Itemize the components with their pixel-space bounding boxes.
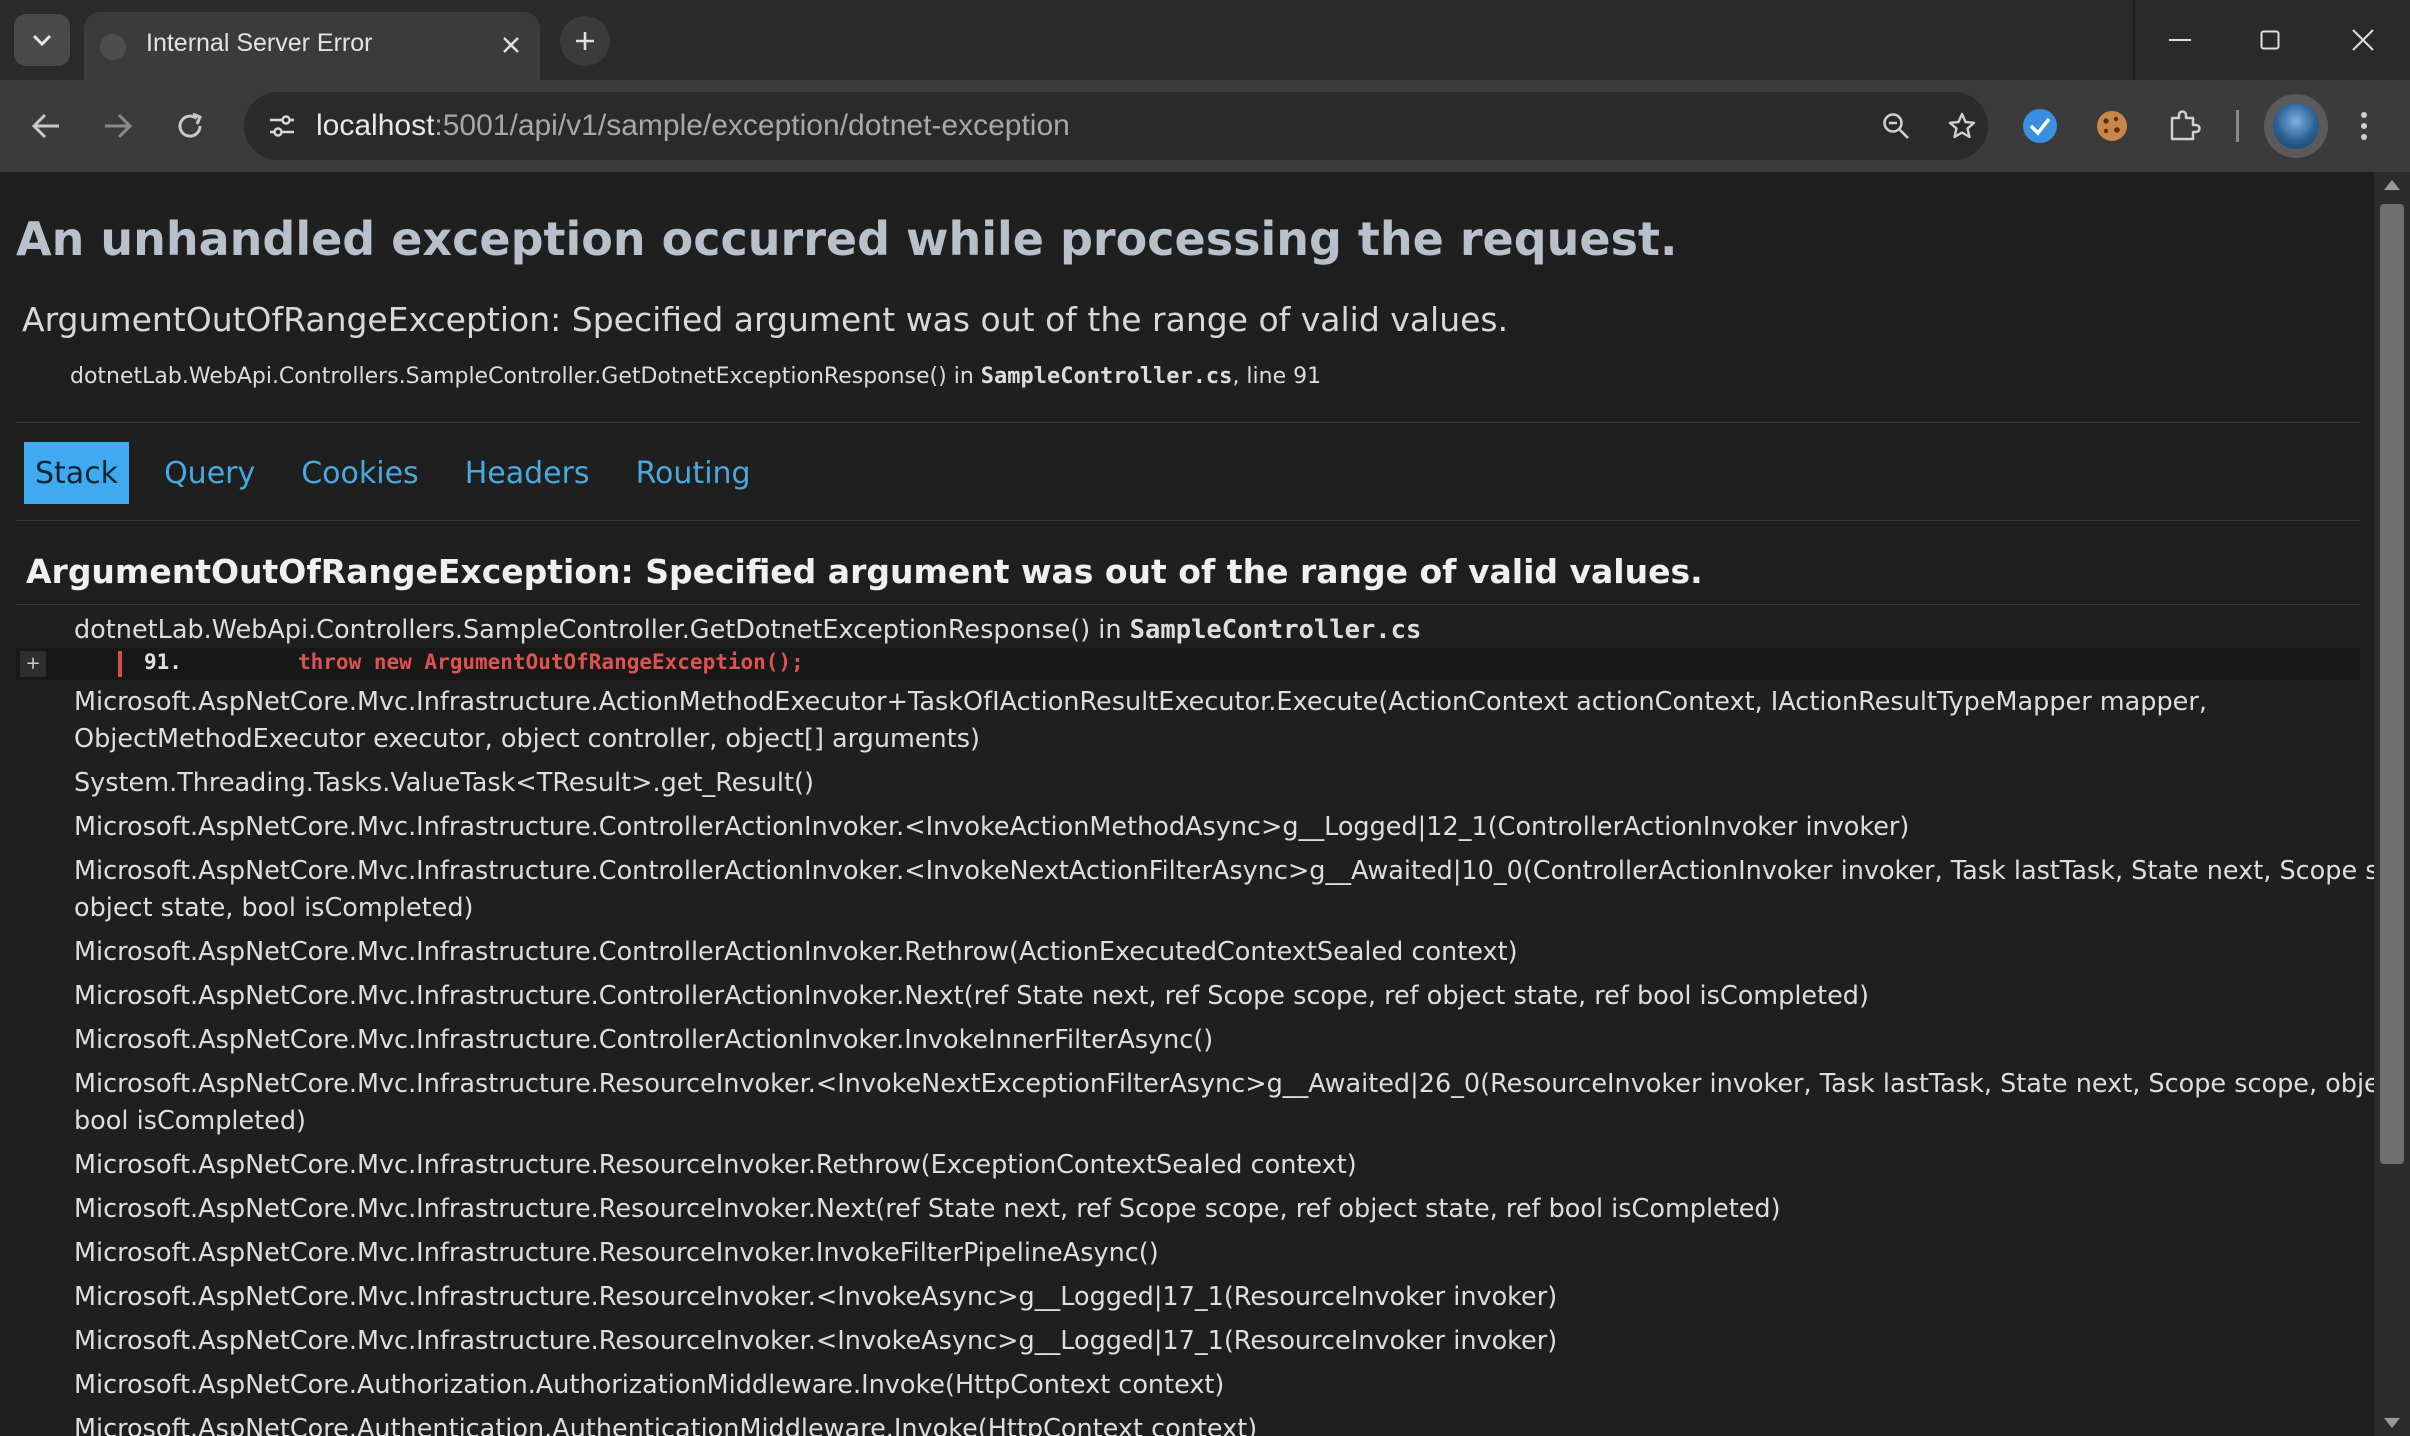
stack-frame: System.Threading.Tasks.ValueTask<TResult… [74,768,814,798]
browser-toolbar: localhost:5001/api/v1/sample/exception/d… [0,80,2410,172]
url-path: :5001/api/v1/sample/exception/dotnet-exc… [434,109,1070,142]
divider [16,422,2360,423]
tab-headers[interactable]: Headers [454,442,601,504]
stack-frame-continued: ObjectMethodExecutor executor, object co… [74,724,980,754]
bookmark-star-icon [1948,112,1976,139]
close-icon [503,37,519,53]
maximize-button[interactable] [2225,0,2315,80]
frame-method: dotnetLab.WebApi.Controllers.SampleContr… [74,615,1130,645]
menu-dots-icon [2361,112,2367,140]
window-close-button[interactable] [2318,0,2408,80]
reload-icon [178,112,202,138]
source-code-row: + 91. throw new ArgumentOutOfRangeExcept… [16,648,2360,680]
scroll-down-arrow-icon[interactable] [2384,1418,2400,1428]
extension-check-icon [2023,109,2057,143]
tab-search-button[interactable] [14,14,70,66]
error-line-marker [118,651,122,677]
source-line-number: 91. [144,650,182,674]
maximize-icon [2260,30,2280,50]
location-method: dotnetLab.WebApi.Controllers.SampleContr… [70,364,981,389]
plus-icon [576,32,594,50]
tab-query[interactable]: Query [153,442,266,504]
stack-frame: Microsoft.AspNetCore.Mvc.Infrastructure.… [74,1150,1357,1180]
browser-menu-button[interactable] [2338,100,2390,152]
puzzle-icon [2170,110,2201,141]
stack-frame: Microsoft.AspNetCore.Mvc.Infrastructure.… [74,1282,1558,1312]
minimize-icon [2169,39,2191,41]
extension-button-check[interactable] [2014,100,2066,152]
stack-frame-continued: object state, bool isCompleted) [74,893,474,923]
active-tab[interactable]: Internal Server Error [84,12,540,80]
location-line: , line 91 [1232,364,1322,389]
location-file: SampleController.cs [980,364,1233,389]
stack-frame: Microsoft.AspNetCore.Mvc.Infrastructure.… [74,937,1518,967]
url-host: localhost [316,109,435,142]
stack-frame: Microsoft.AspNetCore.Mvc.Infrastructure.… [74,687,2207,717]
scroll-up-arrow-icon[interactable] [2384,180,2400,190]
vertical-scrollbar[interactable] [2374,172,2410,1436]
minimize-button[interactable] [2135,0,2225,80]
back-button[interactable] [20,100,72,152]
extension-button-cookie[interactable] [2086,100,2138,152]
exception-summary: ArgumentOutOfRangeException: Specified a… [22,300,1509,339]
divider [16,520,2360,521]
stack-frame: Microsoft.AspNetCore.Mvc.Infrastructure.… [74,1326,1558,1356]
source-line-code: throw new ArgumentOutOfRangeException(); [298,650,804,674]
tab-cookies[interactable]: Cookies [290,442,429,504]
forward-icon [105,113,133,139]
profile-avatar[interactable] [2264,94,2328,158]
scrollbar-thumb[interactable] [2380,204,2404,1164]
stack-frame: dotnetLab.WebApi.Controllers.SampleContr… [74,612,1421,649]
stack-frame-continued: bool isCompleted) [74,1106,306,1136]
tab-title: Internal Server Error [146,29,373,57]
page-title: An unhandled exception occurred while pr… [16,212,1678,266]
reload-button[interactable] [164,100,216,152]
window-close-icon [2352,29,2374,51]
stack-frame: Microsoft.AspNetCore.Mvc.Infrastructure.… [74,856,2374,886]
zoom-button[interactable] [1872,102,1920,150]
new-tab-button[interactable] [560,16,610,66]
page-content: An unhandled exception occurred while pr… [0,172,2374,1436]
chevron-down-icon [32,34,52,47]
avatar-image [2273,103,2319,149]
divider [16,604,2360,605]
stack-frame: Microsoft.AspNetCore.Mvc.Infrastructure.… [74,1238,1159,1268]
expand-source-button[interactable]: + [20,651,46,677]
favicon-icon [100,34,126,60]
forward-button[interactable] [92,100,144,152]
stack-frame: Microsoft.AspNetCore.Mvc.Infrastructure.… [74,1194,1781,1224]
stack-frame: Microsoft.AspNetCore.Authentication.Auth… [74,1414,1258,1436]
tab-routing[interactable]: Routing [625,442,762,504]
extensions-menu-button[interactable] [2158,100,2210,152]
site-info-button[interactable] [258,102,306,150]
site-info-icon [270,115,294,137]
detail-tabs: Stack Query Cookies Headers Routing [24,442,786,504]
zoom-icon [1883,113,1909,139]
address-bar[interactable]: localhost:5001/api/v1/sample/exception/d… [244,92,1988,160]
stack-frame: Microsoft.AspNetCore.Mvc.Infrastructure.… [74,812,1910,842]
exception-title: ArgumentOutOfRangeException: Specified a… [26,552,1703,591]
url-text[interactable]: localhost:5001/api/v1/sample/exception/d… [316,109,1070,143]
tab-close-button[interactable] [494,28,528,62]
stack-frame: Microsoft.AspNetCore.Mvc.Infrastructure.… [74,981,1869,1011]
toolbar-divider [2236,110,2239,142]
frame-file: SampleController.cs [1129,615,1422,645]
back-icon [31,113,59,139]
stack-frame: Microsoft.AspNetCore.Mvc.Infrastructure.… [74,1025,1214,1055]
bookmark-button[interactable] [1938,102,1986,150]
cookie-icon [2097,111,2127,141]
tab-strip: Internal Server Error [0,0,2410,80]
stack-frame: Microsoft.AspNetCore.Authorization.Autho… [74,1370,1225,1400]
exception-location: dotnetLab.WebApi.Controllers.SampleContr… [70,364,1321,389]
stack-frame: Microsoft.AspNetCore.Mvc.Infrastructure.… [74,1069,2374,1099]
tab-stack[interactable]: Stack [24,442,130,504]
